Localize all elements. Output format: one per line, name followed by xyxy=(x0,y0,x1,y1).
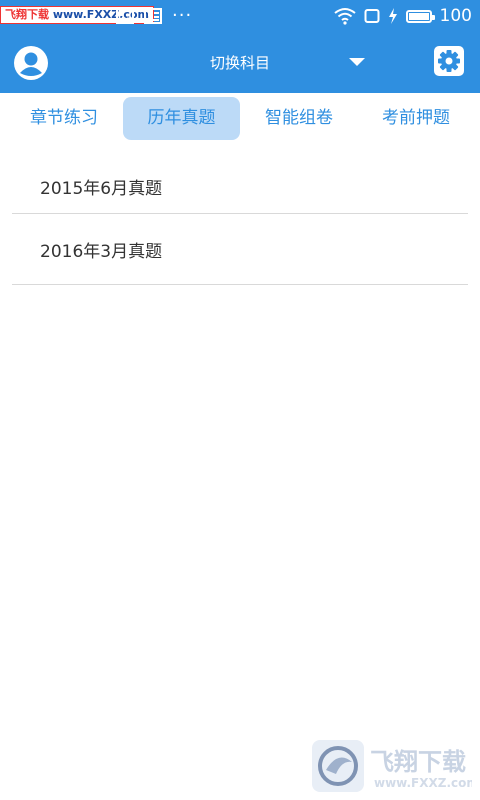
screen-icon xyxy=(364,9,380,23)
svg-text:飞翔下载: 飞翔下载 xyxy=(370,748,466,776)
dropdown-caret-icon xyxy=(349,58,365,66)
settings-button[interactable] xyxy=(434,46,464,76)
avatar-button[interactable] xyxy=(13,45,49,81)
tab-chapter-practice[interactable]: 章节练习 xyxy=(10,97,118,140)
gear-icon xyxy=(438,50,460,72)
list-item[interactable]: 2015年6月真题 xyxy=(12,145,468,214)
battery-level-fill xyxy=(408,12,429,20)
svg-text:www.FXXZ.com: www.FXXZ.com xyxy=(374,776,472,790)
tab-smart-paper[interactable]: 智能组卷 xyxy=(245,97,353,140)
tab-bar: 章节练习 历年真题 智能组卷 考前押题 xyxy=(0,93,480,145)
user-circle-icon xyxy=(14,46,48,80)
watermark-site-name: 飞翔下载 xyxy=(5,8,49,21)
charging-icon xyxy=(388,8,397,24)
app-header: 切换科目 xyxy=(0,33,480,93)
more-notifications-icon: ··· xyxy=(172,5,193,26)
image-notification-icon xyxy=(116,8,134,24)
battery-icon xyxy=(405,9,435,23)
news-notification-icon xyxy=(144,8,162,24)
wifi-icon xyxy=(333,8,356,25)
status-bar: 飞翔下载 www.FXXZ.com ··· 100 xyxy=(0,0,480,33)
status-right: 100 xyxy=(333,4,472,28)
fxxz-logo-icon: 飞翔下载 www.FXXZ.com xyxy=(312,740,479,792)
list-item[interactable]: 2016年3月真题 xyxy=(12,214,468,285)
notification-icons: ··· xyxy=(116,6,192,26)
exam-list: 2015年6月真题 2016年3月真题 xyxy=(12,145,468,285)
battery-percent: 100 xyxy=(439,6,472,26)
tab-final-predictions[interactable]: 考前押题 xyxy=(362,97,470,140)
watermark-logo: 飞翔下载 www.FXXZ.com xyxy=(312,740,479,792)
subject-switch-dropdown[interactable] xyxy=(195,43,375,83)
tab-past-exams[interactable]: 历年真题 xyxy=(123,97,240,140)
